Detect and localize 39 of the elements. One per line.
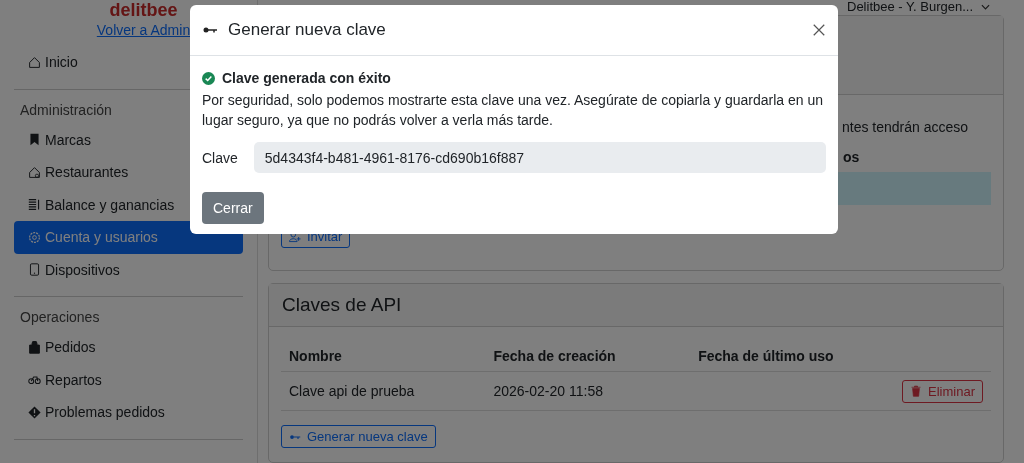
section-heading: Operaciones [19,308,101,327]
house-icon [28,55,41,69]
column-heading: Fecha de creación [485,341,691,372]
check-circle-icon [202,71,215,85]
bag-icon [28,340,41,354]
table-cell: 2026-02-20 11:58 [485,371,691,411]
generate-key-button[interactable]: Generar nueva clave [281,425,436,448]
delete-button[interactable]: Eliminar [902,379,983,403]
nav-item[interactable]: Repartos [14,363,243,396]
column-heading: Nombre [281,341,486,372]
nav-item[interactable]: Cuenta y usuarios [14,221,243,254]
security-notice: Por seguridad, solo podemos mostrarte esta clave una vez. Asegúrate de copiarla y guardarla en un lugar seguro, ya que no podrás volver a verla más tarde. [202,91,825,130]
settings-icon [28,230,41,244]
card-description: ntes tendrán acceso [842,119,970,135]
chevron-down-icon [981,3,990,10]
back-link[interactable]: Volver a Admin [96,22,191,38]
close-button[interactable]: Cerrar [202,192,264,224]
tablet-icon [28,263,41,277]
section-heading: Administración [19,100,113,120]
logo-text: delitbee [109,0,178,20]
nav-item[interactable]: Dispositivos [14,253,243,286]
bookmark-icon [28,133,41,147]
account-switcher[interactable]: Delitbee - Y. Burgen... [847,0,973,13]
bicycle-icon [28,373,41,387]
nav-item[interactable]: Pedidos [14,331,243,364]
nav-item[interactable]: Problemas pedidos [14,396,243,429]
close-icon[interactable] [812,23,826,37]
column-heading: Fecha de último uso [690,341,894,372]
field-label: Clave [202,149,238,166]
trash-icon [910,385,923,397]
shop-icon [28,165,41,179]
modal-title: Generar nueva clave [228,20,387,40]
key-field[interactable]: 5d4343f4-b481-4961-8176-cd690b16f887 [253,142,826,173]
card-title: Claves de API [282,294,402,316]
success-message: Clave generada con éxito [222,70,391,86]
list-icon [28,198,41,212]
warning-icon [28,405,41,419]
table-cell: Clave api de prueba [281,371,486,411]
column-heading: os [843,149,861,165]
